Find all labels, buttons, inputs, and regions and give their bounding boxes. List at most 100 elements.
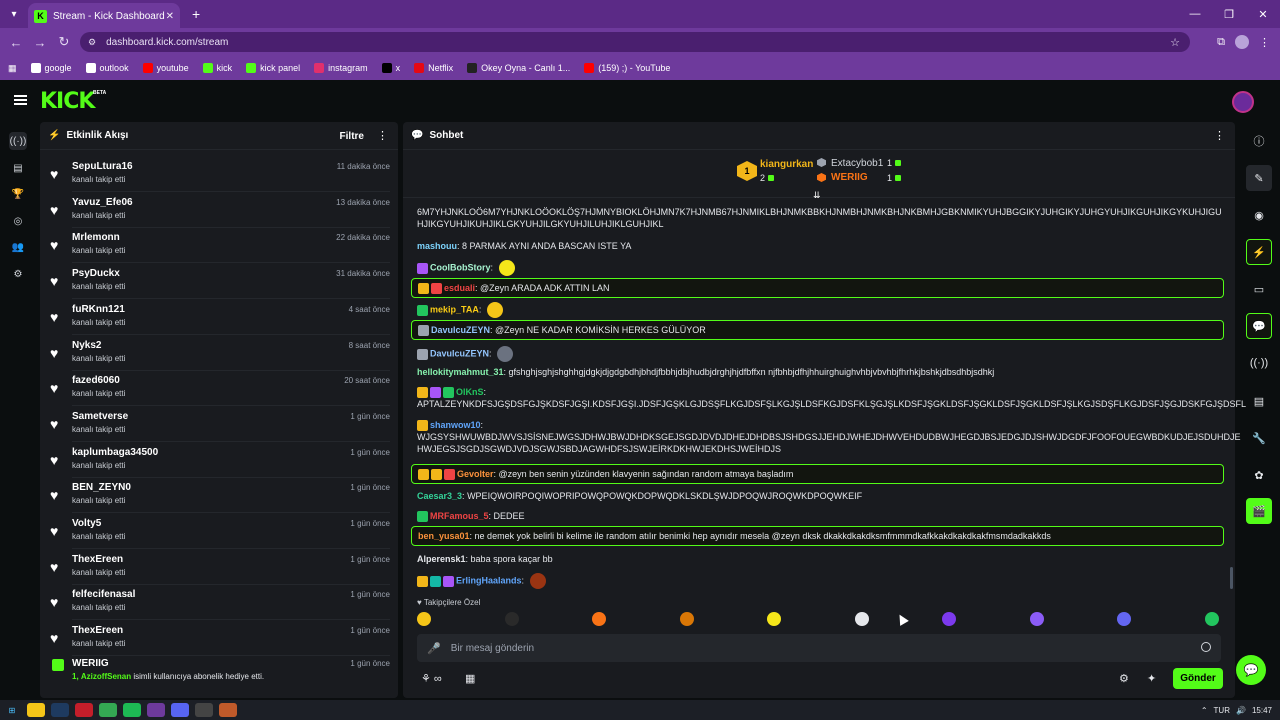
activity-username[interactable]: fuRKnn121: [72, 304, 125, 315]
obs-icon[interactable]: [195, 703, 213, 717]
chat-username[interactable]: ben_yusa01: [418, 531, 470, 541]
quick-emote-icon[interactable]: [767, 612, 781, 626]
kick-points-icon[interactable]: ⚘ ∞: [421, 672, 442, 685]
menu-hamburger-icon[interactable]: [14, 95, 27, 105]
restore-icon[interactable]: ❐: [1212, 0, 1246, 28]
windows-start-icon[interactable]: ⊞: [3, 703, 21, 717]
chat-username[interactable]: MRFamous_5: [430, 511, 489, 521]
bookmark-item[interactable]: Netflix: [414, 63, 453, 73]
chat-toggle-icon[interactable]: 💬: [1246, 313, 1272, 339]
collapse-leaderboard-icon[interactable]: ⇊: [813, 190, 821, 201]
minimize-icon[interactable]: —: [1178, 0, 1212, 28]
chat-username[interactable]: Alperensk1: [417, 554, 466, 564]
site-info-icon[interactable]: ⚙: [88, 37, 96, 48]
activity-username[interactable]: Yavuz_Efe06: [72, 197, 133, 208]
chat-username[interactable]: shanwow10: [430, 420, 481, 430]
moderation-icon[interactable]: ◎: [9, 212, 27, 230]
extensions-icon[interactable]: ⧉: [1217, 36, 1225, 49]
gift-user[interactable]: WERIIG: [72, 658, 109, 669]
quick-emote-icon[interactable]: [1117, 612, 1131, 626]
leader-1-name[interactable]: kiangurkan: [760, 159, 813, 170]
settings-icon[interactable]: ⚙: [9, 265, 27, 283]
forward-icon[interactable]: →: [28, 35, 52, 50]
close-tab-icon[interactable]: ✕: [166, 11, 174, 22]
store-icon[interactable]: ▦: [465, 672, 475, 685]
edit-icon[interactable]: ✎: [1246, 165, 1272, 191]
send-button[interactable]: Gönder: [1173, 668, 1223, 689]
chat-username[interactable]: DavulcuZEYN: [430, 348, 489, 358]
trophy-icon[interactable]: 🏆: [9, 185, 27, 203]
broadcast-icon[interactable]: ((·)): [1246, 350, 1272, 376]
community-icon[interactable]: 👥: [9, 238, 27, 256]
notes-icon[interactable]: ▭: [1246, 276, 1272, 302]
quick-emote-icon[interactable]: [854, 612, 869, 626]
close-window-icon[interactable]: ✕: [1246, 0, 1280, 28]
activity-username[interactable]: BEN_ZEYN0: [72, 482, 131, 493]
app-icon[interactable]: [219, 703, 237, 717]
bookmark-item[interactable]: google: [30, 63, 72, 73]
activity-username[interactable]: kaplumbaga34500: [72, 447, 158, 458]
quick-emote-icon[interactable]: [592, 612, 606, 626]
url-field[interactable]: ⚙ dashboard.kick.com/stream ☆: [80, 32, 1190, 52]
leader-3-name[interactable]: WERIIG: [831, 172, 868, 183]
activity-username[interactable]: Nyks2: [72, 340, 101, 351]
bookmark-item[interactable]: outlook: [85, 63, 129, 73]
chat-username[interactable]: OlKnS: [456, 387, 484, 397]
leader-2-name[interactable]: Extacybob1: [831, 158, 883, 169]
chat-username[interactable]: hellokitymahmut_31: [417, 367, 504, 377]
bookmark-item[interactable]: x: [381, 63, 400, 73]
kick-logo[interactable]: KICK: [40, 89, 95, 114]
emoji-icon[interactable]: [1201, 642, 1211, 652]
bookmark-item[interactable]: kick panel: [246, 63, 300, 73]
filter-button[interactable]: Filtre: [340, 131, 364, 142]
microphone-icon[interactable]: 🎤: [427, 642, 441, 655]
activity-username[interactable]: fazed6060: [72, 375, 120, 386]
back-icon[interactable]: ←: [4, 35, 28, 50]
chrome-icon[interactable]: [99, 703, 117, 717]
info-icon[interactable]: ⓘ: [1246, 128, 1272, 154]
activity-username[interactable]: ThexEreen: [72, 625, 123, 636]
chat-username[interactable]: mekip_TAA: [430, 304, 479, 314]
activity-username[interactable]: Volty5: [72, 518, 101, 529]
quick-emote-icon[interactable]: [1029, 612, 1044, 626]
activity-username[interactable]: ThexEreen: [72, 554, 123, 565]
browser-tab[interactable]: K Stream - Kick Dashboard ✕: [28, 3, 180, 29]
bookmark-item[interactable]: youtube: [142, 63, 189, 73]
help-chat-button[interactable]: 💬: [1236, 655, 1266, 685]
bookmark-item[interactable]: Okey Oyna - Canlı 1...: [467, 63, 570, 73]
tray-arrow-icon[interactable]: ⌃: [1201, 706, 1208, 715]
activity-username[interactable]: Mrlemonn: [72, 232, 120, 243]
new-tab-button[interactable]: +: [192, 6, 200, 22]
analytics-icon[interactable]: ▤: [9, 159, 27, 177]
activity-username[interactable]: felfecifenasal: [72, 589, 135, 600]
chat-settings-icon[interactable]: ⚙: [1119, 672, 1129, 685]
bookmark-item[interactable]: instagram: [314, 63, 368, 73]
chat-username[interactable]: ErlingHaalands: [456, 575, 522, 585]
integrations-icon[interactable]: ✿: [1246, 462, 1272, 488]
clock[interactable]: 15:47: [1252, 706, 1272, 715]
emote-picker-icon[interactable]: ✦: [1147, 672, 1156, 685]
activity-username[interactable]: Sametverse: [72, 411, 128, 422]
moderation-tools-icon[interactable]: ◉: [1246, 202, 1272, 228]
chat-input[interactable]: 🎤 Bir mesaj gönderin: [417, 634, 1221, 662]
lang-indicator[interactable]: TUR: [1214, 706, 1230, 715]
activity-toggle-icon[interactable]: ⚡: [1246, 239, 1272, 265]
quick-emote-icon[interactable]: [504, 612, 519, 626]
volume-icon[interactable]: 🔊: [1236, 706, 1246, 715]
discord-icon[interactable]: [171, 703, 189, 717]
steam-icon[interactable]: [51, 703, 69, 717]
chrome-active-icon[interactable]: [147, 703, 165, 717]
chat-scrollbar[interactable]: [1230, 567, 1233, 589]
browser-menu-icon[interactable]: ⋮: [1259, 36, 1270, 49]
chat-more-icon[interactable]: ⋮: [1214, 129, 1225, 142]
chat-username[interactable]: Gevolter: [457, 469, 494, 479]
bookmark-item[interactable]: (159) ;) - YouTube: [584, 63, 670, 73]
user-avatar[interactable]: [1232, 91, 1254, 113]
quick-emote-icon[interactable]: [679, 612, 694, 626]
chat-username[interactable]: esduali: [444, 283, 475, 293]
clapper-icon[interactable]: 🎬: [1246, 498, 1272, 524]
bookmark-star-icon[interactable]: ☆: [1170, 36, 1180, 49]
tools-icon[interactable]: 🔧: [1246, 425, 1272, 451]
reload-icon[interactable]: ↻: [52, 34, 76, 50]
chat-username[interactable]: Caesar3_3: [417, 491, 462, 501]
